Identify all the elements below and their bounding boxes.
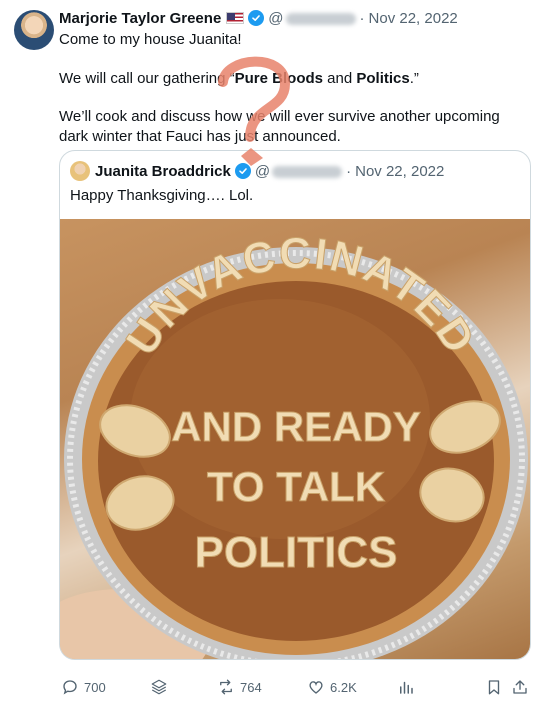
views-button[interactable]	[397, 674, 415, 700]
post-text: Come to my house Juanita! We will call o…	[59, 30, 529, 146]
quoted-date: Nov 22, 2022	[355, 162, 445, 180]
bookmark-button[interactable]	[485, 674, 503, 700]
post-line-1: Come to my house Juanita!	[59, 31, 242, 48]
share-button[interactable]	[511, 674, 529, 700]
pie-line-2: TO TALK	[207, 463, 385, 510]
retweet-button[interactable]: 764	[217, 674, 262, 700]
post-line-2: We will call our gathering “Pure Bloods …	[59, 69, 529, 89]
like-count: 6.2K	[330, 679, 357, 695]
like-button[interactable]: 6.2K	[307, 674, 357, 700]
quoted-text: Happy Thanksgiving…. Lol.	[70, 187, 254, 204]
pie-line-3: POLITICS	[195, 528, 398, 577]
author-avatar[interactable]	[14, 10, 54, 50]
quoted-header: Juanita Broaddrick @ · Nov 22, 2022	[70, 161, 444, 181]
handle-at: @	[268, 9, 284, 27]
pie-illustration: UNVACCINATED AND READY TO TALK POLITICS	[60, 228, 528, 659]
author-handle[interactable]: @	[268, 9, 356, 27]
line2-bold-2: Politics	[356, 69, 410, 87]
reply-button[interactable]: 700	[61, 674, 106, 700]
bookmark-icon	[488, 680, 500, 695]
line2-bold-1: Pure Bloods	[234, 69, 323, 87]
line2-mid: and	[323, 69, 357, 87]
verified-icon	[248, 10, 265, 26]
separator-dot: ·	[359, 9, 365, 27]
post-header: Marjorie Taylor Greene @ · Nov 22, 2022	[59, 8, 533, 28]
line2-pre: We will call our gathering “	[59, 69, 235, 87]
line2-post: .”	[409, 69, 419, 87]
quoted-post[interactable]: Juanita Broaddrick @ · Nov 22, 2022 Happ…	[59, 150, 531, 660]
action-bar: 700 764 6.2K	[59, 674, 531, 700]
like-icon	[309, 681, 323, 694]
reply-count: 700	[84, 679, 106, 695]
retweet-icon	[220, 679, 232, 695]
share-icon	[513, 680, 527, 694]
views-icon	[400, 681, 413, 694]
post-date[interactable]: Nov 22, 2022	[369, 10, 458, 27]
separator-dot: ·	[346, 162, 352, 180]
layers-button[interactable]	[150, 674, 168, 700]
pie-photo[interactable]: UNVACCINATED AND READY TO TALK POLITICS	[60, 219, 530, 659]
retweet-count: 764	[240, 679, 262, 695]
flag-icon	[226, 12, 245, 24]
quoted-author-name: Juanita Broaddrick	[95, 162, 231, 180]
quoted-handle-at: @	[254, 162, 271, 180]
redacted-handle	[272, 165, 343, 178]
verified-icon	[234, 163, 251, 179]
author-name[interactable]: Marjorie Taylor Greene	[59, 10, 221, 27]
pie-line-1: AND READY	[171, 403, 421, 450]
quoted-avatar	[70, 161, 90, 181]
reply-icon	[63, 680, 77, 695]
redacted-handle	[285, 12, 356, 25]
quoted-handle: @	[254, 162, 343, 180]
layers-icon	[151, 679, 167, 695]
post-line-3: We’ll cook and discuss how we will ever …	[59, 108, 500, 145]
